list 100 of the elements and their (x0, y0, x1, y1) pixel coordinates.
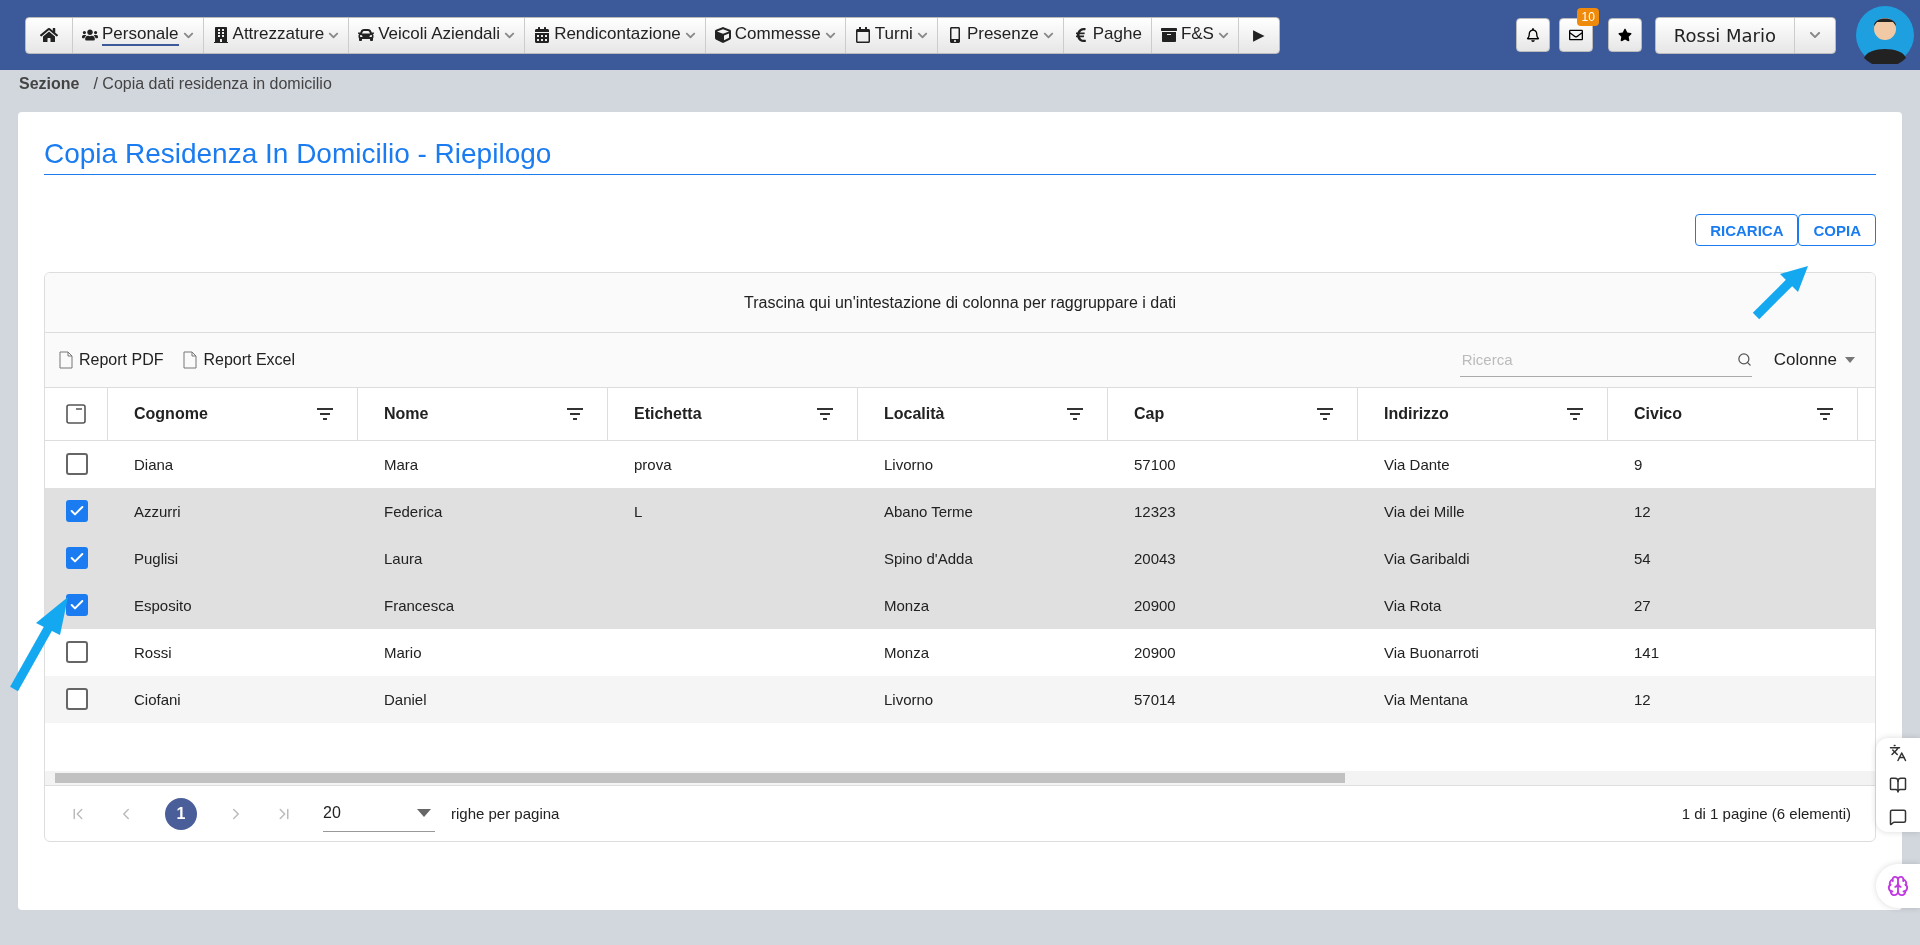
message-icon[interactable] (1889, 808, 1907, 826)
nav-menu-item[interactable]: F&S (1151, 17, 1239, 53)
star-icon (1617, 28, 1632, 42)
archive-icon (1160, 27, 1177, 43)
table-row[interactable]: Esposito Francesca Monza 20900 Via Rota 27 (45, 582, 1875, 629)
table-cell: Mara (384, 455, 419, 473)
nav-more-button[interactable]: ▶ (1238, 17, 1279, 53)
nav-menu-item[interactable]: Attrezzature (203, 17, 350, 53)
report-button[interactable]: Report Excel (183, 351, 296, 369)
row-checkbox[interactable] (65, 594, 88, 616)
table-cell: Diana (134, 455, 174, 473)
page-button[interactable]: 1 (165, 797, 197, 830)
assistant-button[interactable] (1876, 864, 1920, 908)
table-cell: 54 (1634, 549, 1651, 567)
filter-icon[interactable] (1067, 408, 1083, 420)
translate-icon[interactable] (1889, 744, 1907, 762)
notification-badge: 10 (1577, 8, 1599, 26)
table-cell: Laura (384, 549, 423, 567)
search-field[interactable]: Ricerca (1459, 350, 1737, 369)
column-header[interactable]: Cognome (108, 388, 358, 440)
caret-icon (417, 809, 431, 817)
home-icon (40, 26, 58, 44)
filter-icon[interactable] (1817, 408, 1833, 420)
table-cell: Francesca (384, 596, 455, 614)
column-header[interactable]: Civico (1608, 388, 1858, 440)
column-header[interactable]: Indirizzo (1358, 388, 1608, 440)
table-cell: Federica (384, 502, 443, 520)
file-icon (59, 351, 73, 369)
horizontal-scrollbar[interactable] (45, 771, 1875, 785)
select-all-checkbox[interactable] (66, 404, 86, 424)
annotation-arrow (1750, 264, 1810, 322)
caret-icon (1845, 357, 1855, 363)
report-button[interactable]: Report PDF (59, 351, 164, 369)
table-row[interactable]: Ciofani Daniel Livorno 57014 Via Mentana 12 (45, 676, 1875, 723)
table-cell: Via Mentana (1384, 690, 1468, 708)
table-cell: 141 (1634, 643, 1660, 661)
brain-icon (1887, 875, 1909, 897)
row-checkbox[interactable] (65, 500, 88, 522)
table-cell: Monza (884, 643, 930, 661)
filter-icon[interactable] (817, 408, 833, 420)
column-header[interactable]: Etichetta (608, 388, 858, 440)
table-row[interactable]: Puglisi Laura Spino d'Adda 20043 Via Garibaldi 54 (45, 535, 1875, 582)
page-size-select[interactable]: 20 (323, 795, 435, 832)
column-header[interactable]: Nome (358, 388, 608, 440)
row-checkbox[interactable] (65, 453, 88, 475)
row-checkbox[interactable] (65, 688, 88, 710)
table-cell: L (634, 502, 643, 520)
table-cell: Daniel (384, 690, 427, 708)
filter-icon[interactable] (1567, 408, 1583, 420)
table-cell: Mario (384, 643, 422, 661)
table-cell: 20043 (1134, 549, 1176, 567)
filter-icon[interactable] (317, 408, 333, 420)
columns-dropdown[interactable]: Colonne (1767, 349, 1861, 371)
filter-icon[interactable] (567, 408, 583, 420)
chevron-icon (1809, 29, 1821, 41)
page-size-label: righe per pagina (451, 805, 560, 822)
notifications-button[interactable] (1515, 18, 1550, 52)
table-cell: 9 (1634, 455, 1643, 473)
nav-menu-item[interactable]: Commesse (705, 17, 846, 53)
row-checkbox[interactable] (65, 547, 88, 569)
table-row[interactable]: Azzurri Federica L Abano Terme 12323 Via dei Mille 12 (45, 488, 1875, 535)
nav-menu-item[interactable]: Veicoli Aziendali (349, 17, 526, 53)
nav-menu-item[interactable]: Rendicontazione (525, 17, 706, 53)
nav-menu-item[interactable]: Presenze (937, 17, 1064, 53)
favorites-button[interactable] (1607, 18, 1642, 52)
column-header[interactable]: Località (858, 388, 1108, 440)
breadcrumb-path: / Copia dati residenza in domicilio (93, 75, 332, 93)
file-icon (183, 351, 198, 369)
table-cell: 12323 (1134, 502, 1176, 520)
table-cell: Via Buonarroti (1384, 643, 1479, 661)
calendar-icon (534, 27, 551, 43)
avatar[interactable] (1856, 6, 1914, 64)
building-icon (212, 27, 229, 43)
table-cell: 20900 (1134, 596, 1176, 614)
users-icon (82, 27, 98, 43)
copy-button[interactable]: COPIA (1798, 214, 1876, 246)
table-cell: Via Garibaldi (1384, 549, 1470, 567)
reload-button[interactable]: RICARICA (1695, 214, 1799, 246)
book-icon[interactable] (1889, 776, 1907, 794)
column-header[interactable]: Cap (1108, 388, 1358, 440)
table-cell: Livorno (884, 690, 934, 708)
nav-menu-item[interactable]: Personale (73, 17, 204, 53)
table-cell: prova (634, 455, 672, 473)
table-cell: Via dei Mille (1384, 502, 1465, 520)
table-cell: Via Dante (1384, 455, 1450, 473)
row-checkbox[interactable] (65, 641, 88, 663)
nav-menu-item[interactable]: Paghe (1063, 17, 1152, 53)
group-hint: Trascina qui un'intestazione di colonna per raggruppare i dati (743, 293, 1177, 312)
page-title: Copia Residenza In Domicilio - Riepilogo (44, 122, 1876, 175)
nav-menu-item[interactable]: Turni (845, 17, 938, 53)
table-cell: 20900 (1134, 643, 1176, 661)
car-icon (358, 27, 375, 43)
filter-icon[interactable] (1317, 408, 1333, 420)
table-cell: Spino d'Adda (884, 549, 973, 567)
breadcrumb-section[interactable]: Sezione (19, 75, 80, 93)
calendar-icon (854, 27, 871, 43)
search-icon (1736, 352, 1752, 367)
page-info: 1 di 1 pagine (6 elementi) (1681, 805, 1851, 822)
table-cell: Ciofani (134, 690, 181, 708)
cube-icon (714, 27, 731, 43)
